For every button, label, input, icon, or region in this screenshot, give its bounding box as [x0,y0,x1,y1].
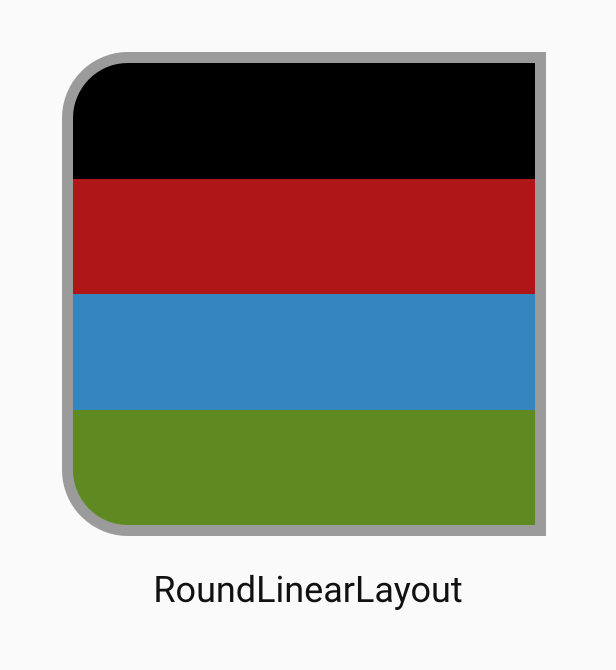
blue-stripe [73,294,535,410]
red-stripe [73,178,535,294]
green-stripe [73,409,535,525]
black-stripe [73,63,535,179]
layout-caption: RoundLinearLayout [153,569,463,611]
round-linear-layout-preview [62,52,546,536]
